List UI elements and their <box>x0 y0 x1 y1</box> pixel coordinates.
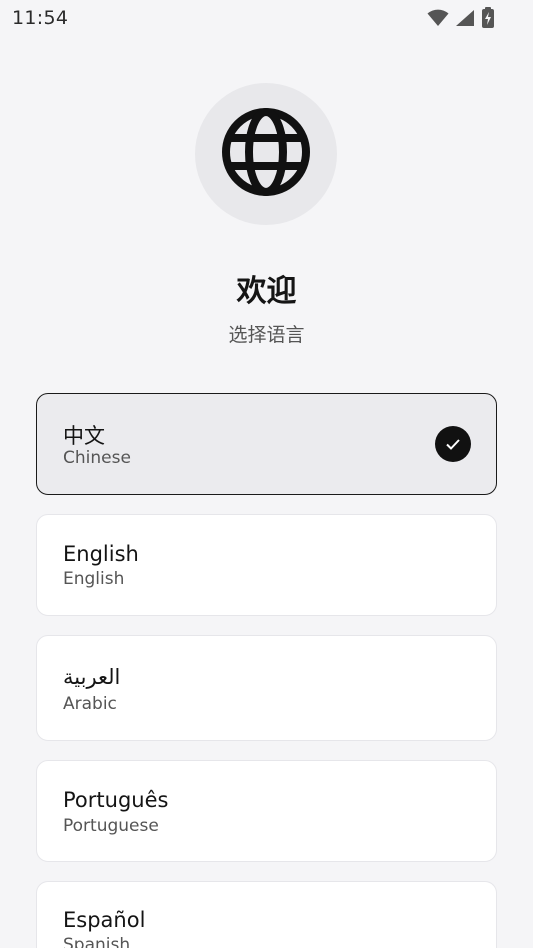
language-option-spanish[interactable]: Español Spanish <box>36 881 497 948</box>
page-subtitle: 选择语言 <box>228 324 305 346</box>
language-native-name: العربية <box>63 665 121 689</box>
wifi-icon <box>427 9 449 27</box>
language-native-name: 中文 <box>63 424 105 448</box>
globe-avatar <box>195 83 337 225</box>
language-option-portuguese[interactable]: Português Portuguese <box>36 760 497 862</box>
language-option-english[interactable]: English English <box>36 514 497 616</box>
language-english-name: Chinese <box>63 448 131 468</box>
page-title: 欢迎 <box>236 274 297 309</box>
status-bar: 11:54 <box>0 0 533 36</box>
language-option-arabic[interactable]: العربية Arabic <box>36 635 497 741</box>
language-option-chinese[interactable]: 中文 Chinese <box>36 393 497 495</box>
language-english-name: Spanish <box>63 935 131 948</box>
language-native-name: English <box>63 542 139 566</box>
language-native-name: Español <box>63 908 146 932</box>
status-time: 11:54 <box>12 7 69 29</box>
language-english-name: Portuguese <box>63 816 159 836</box>
status-icons <box>427 7 495 29</box>
language-english-name: English <box>63 569 125 589</box>
language-english-name: Arabic <box>63 694 117 714</box>
language-native-name: Português <box>63 788 169 812</box>
battery-charging-icon <box>481 7 495 29</box>
check-icon <box>435 426 471 462</box>
globe-icon <box>221 107 311 201</box>
signal-icon <box>455 9 475 27</box>
